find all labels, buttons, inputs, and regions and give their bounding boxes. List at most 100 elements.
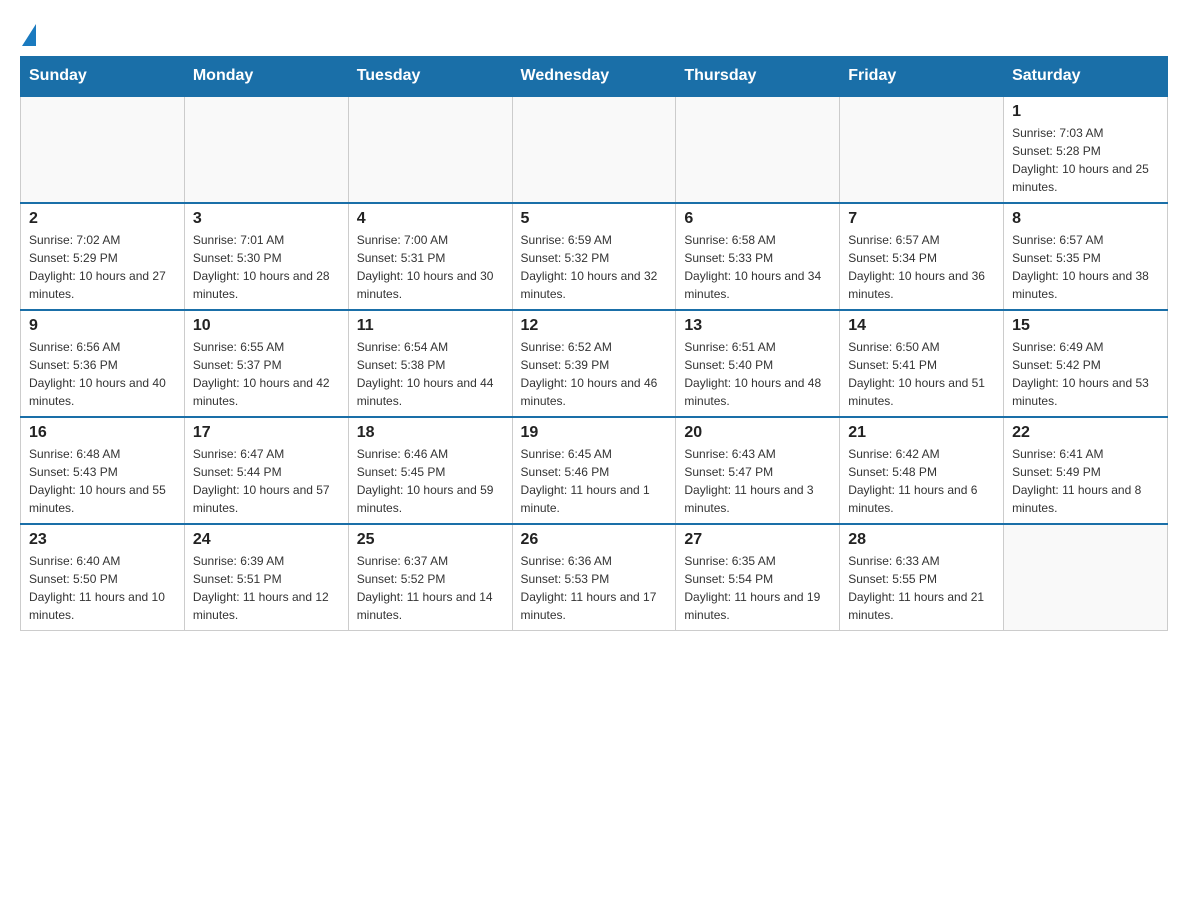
calendar-cell: 19Sunrise: 6:45 AM Sunset: 5:46 PM Dayli… [512, 417, 676, 524]
calendar-cell: 2 Sunrise: 7:02 AM Sunset: 5:29 PM Daylig… [21, 203, 185, 310]
calendar-cell [348, 96, 512, 203]
calendar-cell: 26 Sunrise: 6:36 AM Sunset: 5:53 PM Dayli… [512, 524, 676, 631]
day-info: Sunrise: 7:03 AM Sunset: 5:28 PM Dayligh… [1012, 124, 1159, 196]
col-header-thursday: Thursday [676, 57, 840, 97]
col-header-tuesday: Tuesday [348, 57, 512, 97]
day-info: Sunrise: 6:46 AM Sunset: 5:45 PM Dayligh… [357, 445, 504, 517]
calendar-cell: 7 Sunrise: 6:57 AM Sunset: 5:34 PM Daylig… [840, 203, 1004, 310]
day-info: Sunrise: 6:41 AM Sunset: 5:49 PM Dayligh… [1012, 445, 1159, 517]
day-number: 9 [29, 317, 176, 335]
logo-triangle-icon [22, 24, 36, 46]
calendar-week-row-1: 1 Sunrise: 7:03 AM Sunset: 5:28 PM Daylig… [21, 96, 1168, 203]
day-number: 23 [29, 531, 176, 549]
col-header-sunday: Sunday [21, 57, 185, 97]
day-number: 20 [684, 424, 831, 442]
day-number: 13 [684, 317, 831, 335]
calendar-cell: 16 Sunrise: 6:48 AM Sunset: 5:43 PM Dayli… [21, 417, 185, 524]
day-info: Sunrise: 7:00 AM Sunset: 5:31 PM Dayligh… [357, 231, 504, 303]
day-number: 8 [1012, 210, 1159, 228]
calendar-cell: 24 Sunrise: 6:39 AM Sunset: 5:51 PM Dayli… [184, 524, 348, 631]
day-info: Sunrise: 6:54 AM Sunset: 5:38 PM Dayligh… [357, 338, 504, 410]
day-info: Sunrise: 6:43 AM Sunset: 5:47 PM Dayligh… [684, 445, 831, 517]
calendar-week-row-4: 16 Sunrise: 6:48 AM Sunset: 5:43 PM Dayli… [21, 417, 1168, 524]
calendar-cell: 4 Sunrise: 7:00 AM Sunset: 5:31 PM Daylig… [348, 203, 512, 310]
day-info: Sunrise: 6:42 AM Sunset: 5:48 PM Dayligh… [848, 445, 995, 517]
day-info: Sunrise: 6:49 AM Sunset: 5:42 PM Dayligh… [1012, 338, 1159, 410]
calendar-cell: 10 Sunrise: 6:55 AM Sunset: 5:37 PM Dayli… [184, 310, 348, 417]
calendar-cell: 9 Sunrise: 6:56 AM Sunset: 5:36 PM Daylig… [21, 310, 185, 417]
day-number: 14 [848, 317, 995, 335]
logo-text [20, 20, 36, 46]
calendar-cell: 5 Sunrise: 6:59 AM Sunset: 5:32 PM Daylig… [512, 203, 676, 310]
calendar-cell: 23 Sunrise: 6:40 AM Sunset: 5:50 PM Dayli… [21, 524, 185, 631]
calendar-cell: 27 Sunrise: 6:35 AM Sunset: 5:54 PM Dayli… [676, 524, 840, 631]
day-info: Sunrise: 6:52 AM Sunset: 5:39 PM Dayligh… [521, 338, 668, 410]
calendar-cell [512, 96, 676, 203]
day-number: 12 [521, 317, 668, 335]
calendar-cell: 3 Sunrise: 7:01 AM Sunset: 5:30 PM Daylig… [184, 203, 348, 310]
day-number: 21 [848, 424, 995, 442]
day-info: Sunrise: 6:51 AM Sunset: 5:40 PM Dayligh… [684, 338, 831, 410]
day-number: 5 [521, 210, 668, 228]
day-info: Sunrise: 6:55 AM Sunset: 5:37 PM Dayligh… [193, 338, 340, 410]
day-number: 19 [521, 424, 668, 442]
day-number: 6 [684, 210, 831, 228]
calendar-cell [21, 96, 185, 203]
day-number: 26 [521, 531, 668, 549]
day-info: Sunrise: 6:37 AM Sunset: 5:52 PM Dayligh… [357, 552, 504, 624]
day-info: Sunrise: 6:47 AM Sunset: 5:44 PM Dayligh… [193, 445, 340, 517]
calendar-cell [1004, 524, 1168, 631]
day-info: Sunrise: 6:40 AM Sunset: 5:50 PM Dayligh… [29, 552, 176, 624]
calendar-cell: 1 Sunrise: 7:03 AM Sunset: 5:28 PM Daylig… [1004, 96, 1168, 203]
logo [20, 20, 36, 46]
day-number: 27 [684, 531, 831, 549]
col-header-wednesday: Wednesday [512, 57, 676, 97]
day-info: Sunrise: 6:35 AM Sunset: 5:54 PM Dayligh… [684, 552, 831, 624]
day-number: 4 [357, 210, 504, 228]
day-info: Sunrise: 6:39 AM Sunset: 5:51 PM Dayligh… [193, 552, 340, 624]
day-number: 15 [1012, 317, 1159, 335]
page-header [20, 20, 1168, 46]
day-number: 1 [1012, 103, 1159, 121]
col-header-friday: Friday [840, 57, 1004, 97]
calendar-week-row-2: 2 Sunrise: 7:02 AM Sunset: 5:29 PM Daylig… [21, 203, 1168, 310]
day-info: Sunrise: 6:56 AM Sunset: 5:36 PM Dayligh… [29, 338, 176, 410]
col-header-saturday: Saturday [1004, 57, 1168, 97]
calendar-cell: 22Sunrise: 6:41 AM Sunset: 5:49 PM Dayli… [1004, 417, 1168, 524]
calendar-cell: 13 Sunrise: 6:51 AM Sunset: 5:40 PM Dayli… [676, 310, 840, 417]
calendar-cell [184, 96, 348, 203]
calendar-cell [840, 96, 1004, 203]
calendar-week-row-3: 9 Sunrise: 6:56 AM Sunset: 5:36 PM Daylig… [21, 310, 1168, 417]
calendar-week-row-5: 23 Sunrise: 6:40 AM Sunset: 5:50 PM Dayli… [21, 524, 1168, 631]
day-info: Sunrise: 7:01 AM Sunset: 5:30 PM Dayligh… [193, 231, 340, 303]
day-number: 3 [193, 210, 340, 228]
calendar-cell: 18Sunrise: 6:46 AM Sunset: 5:45 PM Dayli… [348, 417, 512, 524]
day-number: 28 [848, 531, 995, 549]
day-number: 16 [29, 424, 176, 442]
calendar-cell: 6 Sunrise: 6:58 AM Sunset: 5:33 PM Daylig… [676, 203, 840, 310]
calendar-header-row: SundayMondayTuesdayWednesdayThursdayFrid… [21, 57, 1168, 97]
day-info: Sunrise: 6:57 AM Sunset: 5:35 PM Dayligh… [1012, 231, 1159, 303]
calendar-cell: 15 Sunrise: 6:49 AM Sunset: 5:42 PM Dayli… [1004, 310, 1168, 417]
day-info: Sunrise: 6:57 AM Sunset: 5:34 PM Dayligh… [848, 231, 995, 303]
calendar-cell: 20 Sunrise: 6:43 AM Sunset: 5:47 PM Dayli… [676, 417, 840, 524]
day-info: Sunrise: 6:58 AM Sunset: 5:33 PM Dayligh… [684, 231, 831, 303]
day-info: Sunrise: 6:50 AM Sunset: 5:41 PM Dayligh… [848, 338, 995, 410]
calendar-cell: 25 Sunrise: 6:37 AM Sunset: 5:52 PM Dayli… [348, 524, 512, 631]
day-info: Sunrise: 6:59 AM Sunset: 5:32 PM Dayligh… [521, 231, 668, 303]
day-number: 2 [29, 210, 176, 228]
day-number: 10 [193, 317, 340, 335]
day-info: Sunrise: 6:48 AM Sunset: 5:43 PM Dayligh… [29, 445, 176, 517]
day-info: Sunrise: 6:36 AM Sunset: 5:53 PM Dayligh… [521, 552, 668, 624]
day-number: 24 [193, 531, 340, 549]
day-number: 17 [193, 424, 340, 442]
calendar-cell: 17 Sunrise: 6:47 AM Sunset: 5:44 PM Dayli… [184, 417, 348, 524]
calendar-cell [676, 96, 840, 203]
calendar-cell: 8 Sunrise: 6:57 AM Sunset: 5:35 PM Daylig… [1004, 203, 1168, 310]
col-header-monday: Monday [184, 57, 348, 97]
day-info: Sunrise: 6:33 AM Sunset: 5:55 PM Dayligh… [848, 552, 995, 624]
calendar-cell: 14 Sunrise: 6:50 AM Sunset: 5:41 PM Dayli… [840, 310, 1004, 417]
day-info: Sunrise: 7:02 AM Sunset: 5:29 PM Dayligh… [29, 231, 176, 303]
day-number: 7 [848, 210, 995, 228]
day-number: 25 [357, 531, 504, 549]
